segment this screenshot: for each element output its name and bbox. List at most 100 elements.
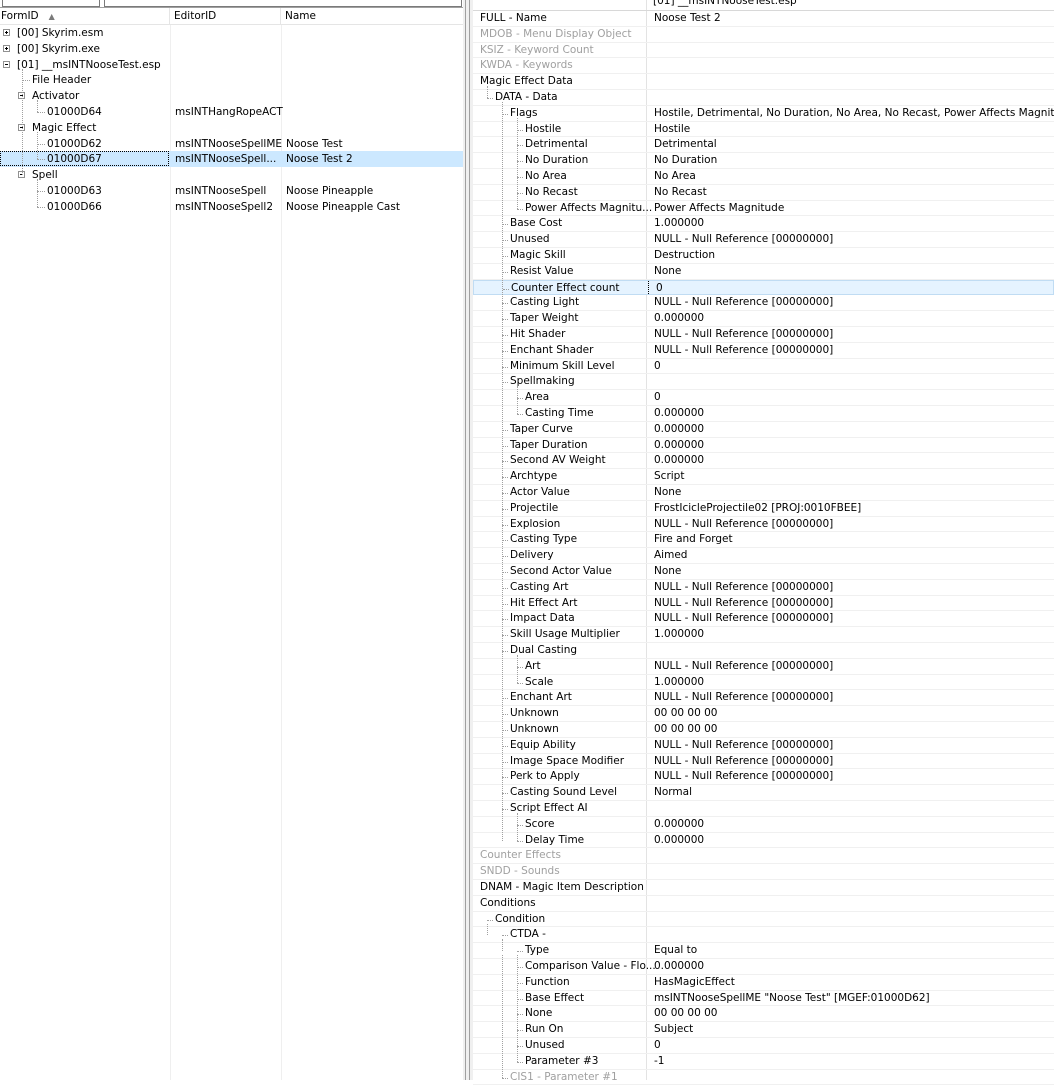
field-value[interactable]: msINTNooseSpellME "Noose Test" [MGEF:010… — [647, 991, 930, 1006]
tree-row[interactable]: 01000D64 msINTHangRopeACT — [0, 104, 463, 120]
field-row[interactable]: Base Effect msINTNooseSpellME "Noose Test… — [473, 991, 1054, 1007]
expand-icon[interactable] — [3, 29, 10, 36]
field-row[interactable]: Conditions — [473, 896, 1054, 912]
tree-row[interactable]: File Header — [0, 72, 463, 88]
field-value[interactable]: NULL - Null Reference [00000000] — [647, 232, 833, 247]
field-row[interactable]: Area 0 — [473, 390, 1054, 406]
field-value[interactable]: Equal to — [647, 943, 697, 958]
pane-splitter[interactable] — [463, 0, 473, 1080]
field-value[interactable] — [647, 896, 654, 911]
field-value[interactable]: Aimed — [647, 548, 687, 563]
field-value[interactable]: 0 — [648, 280, 663, 295]
records-tree-pane[interactable]: FormID ▲ EditorID Name [00] Skyrim.esm [00… — [0, 0, 463, 1080]
field-row[interactable]: Comparison Value - Flo... 0.000000 — [473, 959, 1054, 975]
field-row[interactable]: Counter Effects — [473, 848, 1054, 865]
field-row[interactable]: No Duration No Duration — [473, 153, 1054, 169]
field-row[interactable]: Unknown 00 00 00 00 — [473, 706, 1054, 722]
field-value[interactable]: None — [647, 485, 681, 500]
field-row[interactable]: Unused 0 — [473, 1038, 1054, 1054]
field-value[interactable]: -1 — [647, 1054, 664, 1069]
field-value[interactable] — [647, 927, 654, 942]
field-value[interactable]: NULL - Null Reference [00000000] — [647, 596, 833, 611]
field-row[interactable]: Spellmaking — [473, 374, 1054, 391]
field-value[interactable]: 0.000000 — [647, 438, 704, 453]
tree-row[interactable]: 01000D63 msINTNooseSpell Noose Pineapple — [0, 183, 463, 199]
field-row[interactable]: DATA - Data — [473, 90, 1054, 106]
field-row[interactable]: Hit Shader NULL - Null Reference [0000000… — [473, 327, 1054, 343]
field-value[interactable]: 0 — [647, 390, 661, 405]
formid-filter-input[interactable] — [2, 0, 100, 7]
field-value[interactable]: 00 00 00 00 — [647, 1006, 717, 1021]
field-row[interactable]: Art NULL - Null Reference [00000000] — [473, 659, 1054, 675]
field-value[interactable]: NULL - Null Reference [00000000] — [647, 769, 833, 784]
field-row[interactable]: Casting Type Fire and Forget — [473, 532, 1054, 549]
field-value[interactable]: Fire and Forget — [647, 532, 733, 547]
field-row[interactable]: FULL - Name Noose Test 2 — [473, 11, 1054, 27]
field-row[interactable]: Base Cost 1.000000 — [473, 216, 1054, 233]
field-value[interactable]: None — [647, 264, 681, 279]
field-row[interactable]: Casting Light NULL - Null Reference [0000… — [473, 295, 1054, 312]
field-row[interactable]: Skill Usage Multiplier 1.000000 — [473, 627, 1054, 643]
expand-icon[interactable] — [3, 44, 10, 52]
field-row[interactable]: Projectile FrostIcicleProjectile02 [PROJ:… — [473, 501, 1054, 517]
field-row[interactable]: Flags Hostile, Detrimental, No Duration, … — [473, 106, 1054, 122]
record-view-pane[interactable]: [01] __msINTNooseTest.esp FULL - Name Noo… — [473, 0, 1054, 1085]
column-header-editorid[interactable]: EditorID — [170, 8, 281, 24]
field-value[interactable]: Subject — [647, 1022, 693, 1037]
field-value[interactable]: HasMagicEffect — [647, 975, 735, 990]
field-value[interactable] — [647, 27, 654, 42]
field-value[interactable]: 0.000000 — [647, 406, 704, 421]
field-row[interactable]: Unused NULL - Null Reference [00000000] — [473, 232, 1054, 248]
editorid-filter-input[interactable] — [104, 0, 462, 7]
field-value[interactable] — [647, 864, 654, 879]
field-row[interactable]: MDOB - Menu Display Object — [473, 27, 1054, 43]
field-value[interactable] — [647, 848, 654, 863]
field-row[interactable]: KWDA - Keywords — [473, 58, 1054, 75]
field-value[interactable] — [647, 880, 654, 895]
tree-row[interactable]: 01000D62 msINTNooseSpellME Noose Test — [0, 136, 463, 152]
field-row[interactable]: No Area No Area — [473, 169, 1054, 185]
field-row[interactable]: Impact Data NULL - Null Reference [000000… — [473, 611, 1054, 628]
column-header-name[interactable]: Name — [281, 8, 463, 24]
field-row[interactable]: CIS1 - Parameter #1 — [473, 1070, 1054, 1085]
field-row[interactable]: Hostile Hostile — [473, 122, 1054, 138]
field-row[interactable]: Dual Casting — [473, 643, 1054, 659]
collapse-icon[interactable] — [3, 60, 10, 68]
field-row[interactable]: Perk to Apply NULL - Null Reference [0000… — [473, 769, 1054, 786]
field-value[interactable]: NULL - Null Reference [00000000] — [647, 327, 833, 342]
field-value[interactable] — [647, 58, 654, 73]
field-row[interactable]: KSIZ - Keyword Count — [473, 43, 1054, 59]
tree-row-selected[interactable]: 01000D67 msINTNooseSpell... Noose Test 2 — [0, 151, 463, 168]
field-value[interactable]: 00 00 00 00 — [647, 706, 717, 721]
field-row[interactable]: Second Actor Value None — [473, 564, 1054, 580]
field-value[interactable]: No Recast — [647, 185, 707, 200]
field-value[interactable]: NULL - Null Reference [00000000] — [647, 738, 833, 753]
field-row[interactable]: Unknown 00 00 00 00 — [473, 722, 1054, 738]
field-row[interactable]: Equip Ability NULL - Null Reference [0000… — [473, 738, 1054, 754]
field-value[interactable] — [647, 643, 654, 658]
field-value[interactable]: Destruction — [647, 248, 715, 263]
field-row[interactable]: None 00 00 00 00 — [473, 1006, 1054, 1023]
field-row[interactable]: Resist Value None — [473, 264, 1054, 280]
field-value[interactable]: NULL - Null Reference [00000000] — [647, 580, 833, 595]
field-row[interactable]: Parameter #3 -1 — [473, 1054, 1054, 1070]
field-value[interactable]: 1.000000 — [647, 675, 704, 690]
field-value[interactable]: 0.000000 — [647, 311, 704, 326]
field-value[interactable]: Power Affects Magnitude — [647, 201, 784, 216]
field-value[interactable]: NULL - Null Reference [00000000] — [647, 295, 833, 310]
field-row[interactable]: Explosion NULL - Null Reference [00000000… — [473, 517, 1054, 533]
field-row[interactable]: Archtype Script — [473, 469, 1054, 485]
field-value[interactable]: NULL - Null Reference [00000000] — [647, 659, 833, 674]
field-row[interactable]: Actor Value None — [473, 485, 1054, 501]
field-row[interactable]: Hit Effect Art NULL - Null Reference [000… — [473, 596, 1054, 612]
field-row[interactable]: Taper Curve 0.000000 — [473, 422, 1054, 438]
field-value[interactable]: 0.000000 — [647, 959, 704, 974]
field-value[interactable]: None — [647, 564, 681, 579]
field-row[interactable]: Second AV Weight 0.000000 — [473, 453, 1054, 470]
field-row[interactable]: SNDD - Sounds — [473, 864, 1054, 880]
field-row[interactable]: Magic Effect Data — [473, 74, 1054, 90]
field-row[interactable]: Delay Time 0.000000 — [473, 833, 1054, 849]
tree-row[interactable]: Magic Effect — [0, 120, 463, 136]
field-value[interactable] — [647, 912, 654, 927]
field-value[interactable]: Noose Test 2 — [647, 11, 721, 26]
